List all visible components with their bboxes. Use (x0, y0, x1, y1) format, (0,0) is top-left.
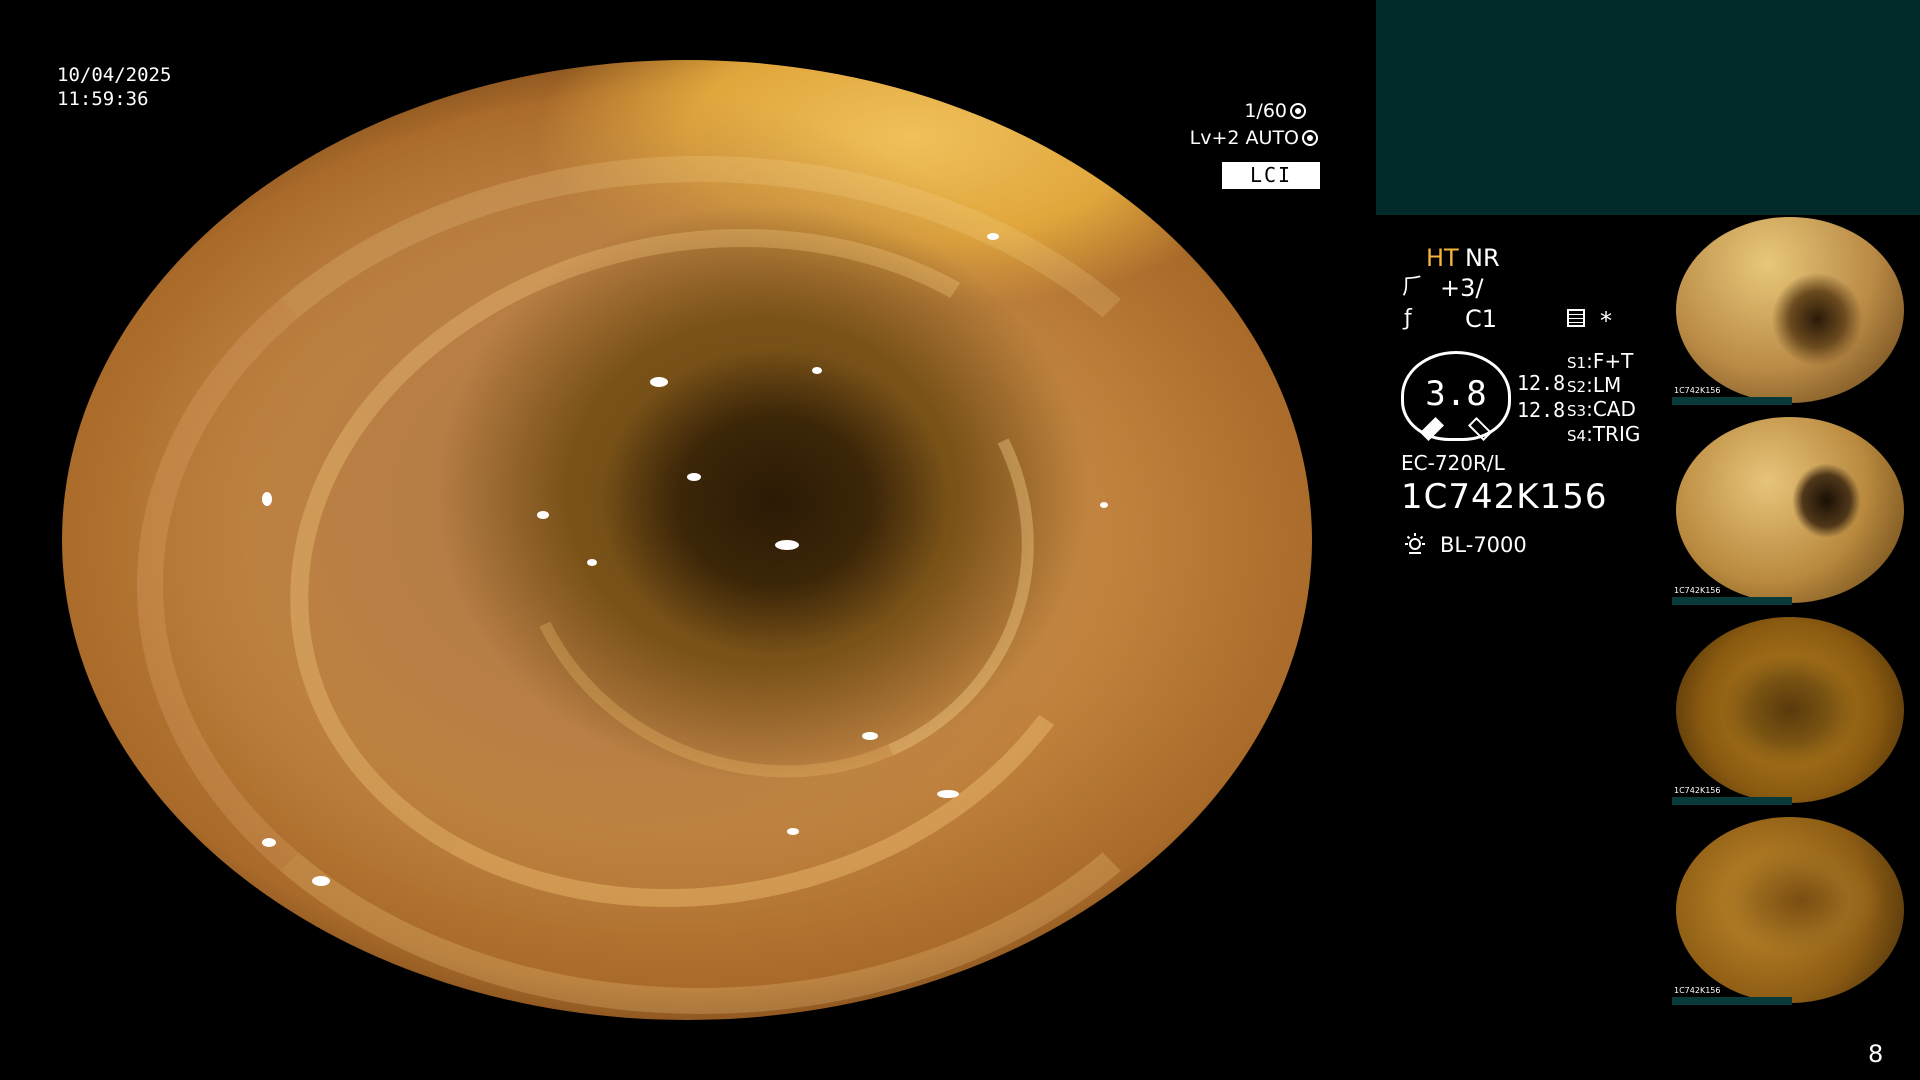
zoom-gauge: 3.8 (1401, 351, 1511, 442)
gauge-value: 3.8 (1425, 374, 1487, 414)
aperture-icon (1290, 103, 1306, 119)
structure-enhance-icon: ⺁ (1402, 275, 1425, 300)
thumbnail-bar (1672, 797, 1792, 805)
capture-thumbnail[interactable]: 1C742K156 (1672, 215, 1908, 405)
thumbnail-bar (1672, 597, 1792, 605)
specular-highlight (212, 146, 224, 155)
specular-highlight (787, 828, 799, 835)
scope-model: EC-720R/L (1401, 451, 1505, 475)
info-panel-header (1376, 0, 1920, 215)
thumbnail-caption: 1C742K156 (1674, 786, 1721, 795)
brightness-level: Lv+2 AUTO (1170, 126, 1318, 150)
switch-value: LM (1592, 373, 1622, 397)
ht-indicator: HT (1426, 244, 1459, 272)
switch-key: S2 (1567, 378, 1587, 396)
specular-highlight (862, 732, 878, 740)
specular-highlight (987, 232, 999, 240)
specular-highlight (312, 876, 330, 886)
color-enhance-icon: ƒ (1404, 306, 1412, 331)
star-marker: * (1600, 307, 1612, 335)
gauge-left-marker (1419, 416, 1445, 442)
switch-value: CAD (1592, 397, 1636, 421)
specular-highlight (937, 789, 959, 798)
color-value: C1 (1465, 305, 1498, 333)
capture-thumbnail[interactable]: 1C742K156 (1672, 615, 1908, 805)
shutter-speed: 1/60 (1230, 99, 1306, 123)
endoscope-main-view (62, 60, 1312, 1020)
light-source: BL-7000 (1440, 533, 1527, 557)
level-text: Lv+2 AUTO (1189, 127, 1299, 149)
specular-highlight (174, 184, 185, 192)
date-text: 10/04/2025 (57, 64, 172, 86)
switch-key: S3 (1567, 402, 1587, 420)
iris-icon (1302, 130, 1318, 146)
thumbnail-image (1676, 817, 1904, 1003)
capture-thumbnail[interactable]: 1C742K156 (1672, 415, 1908, 605)
specular-highlight (262, 492, 272, 506)
imaging-mode-badge: LCI (1222, 162, 1320, 189)
specular-highlight (649, 376, 668, 387)
switch-s3: S3:CAD (1567, 397, 1636, 421)
gauge-right-marker (1467, 416, 1493, 442)
page-number: 8 (1868, 1040, 1884, 1068)
thumbnail-bar (1672, 997, 1792, 1005)
shutter-text: 1/60 (1244, 100, 1287, 122)
light-source-icon (1405, 533, 1425, 554)
nr-indicator: NR (1465, 244, 1500, 272)
specular-highlight (262, 837, 276, 847)
memo-icon (1567, 309, 1585, 327)
scope-serial: 1C742K156 (1401, 477, 1608, 517)
thumbnail-bar (1672, 397, 1792, 405)
switch-s2: S2:LM (1567, 373, 1622, 397)
specular-highlight (774, 540, 799, 550)
switch-s4: S4:TRIG (1567, 422, 1641, 446)
thumbnail-caption: 1C742K156 (1674, 986, 1721, 995)
readout-1: 12.8 (1517, 371, 1566, 395)
thumbnail-image (1676, 617, 1904, 803)
capture-thumbnail[interactable]: 1C742K156 (1672, 815, 1908, 1005)
switch-value: F+T (1592, 349, 1634, 373)
thumbnail-image (1676, 217, 1904, 403)
thumbnail-caption: 1C742K156 (1674, 386, 1721, 395)
thumbnail-image (1676, 417, 1904, 603)
date-time: 10/04/2025 11:59:36 (57, 63, 171, 111)
time-text: 11:59:36 (57, 88, 149, 110)
specular-highlight (687, 472, 701, 481)
specular-highlight (1099, 501, 1108, 508)
readout-2: 12.8 (1517, 398, 1566, 422)
switch-key: S1 (1567, 354, 1587, 372)
switch-s1: S1:F+T (1567, 349, 1634, 373)
thumbnail-caption: 1C742K156 (1674, 586, 1721, 595)
enhancement-value: +3/ (1440, 274, 1484, 302)
switch-value: TRIG (1592, 422, 1641, 446)
switch-key: S4 (1567, 427, 1587, 445)
